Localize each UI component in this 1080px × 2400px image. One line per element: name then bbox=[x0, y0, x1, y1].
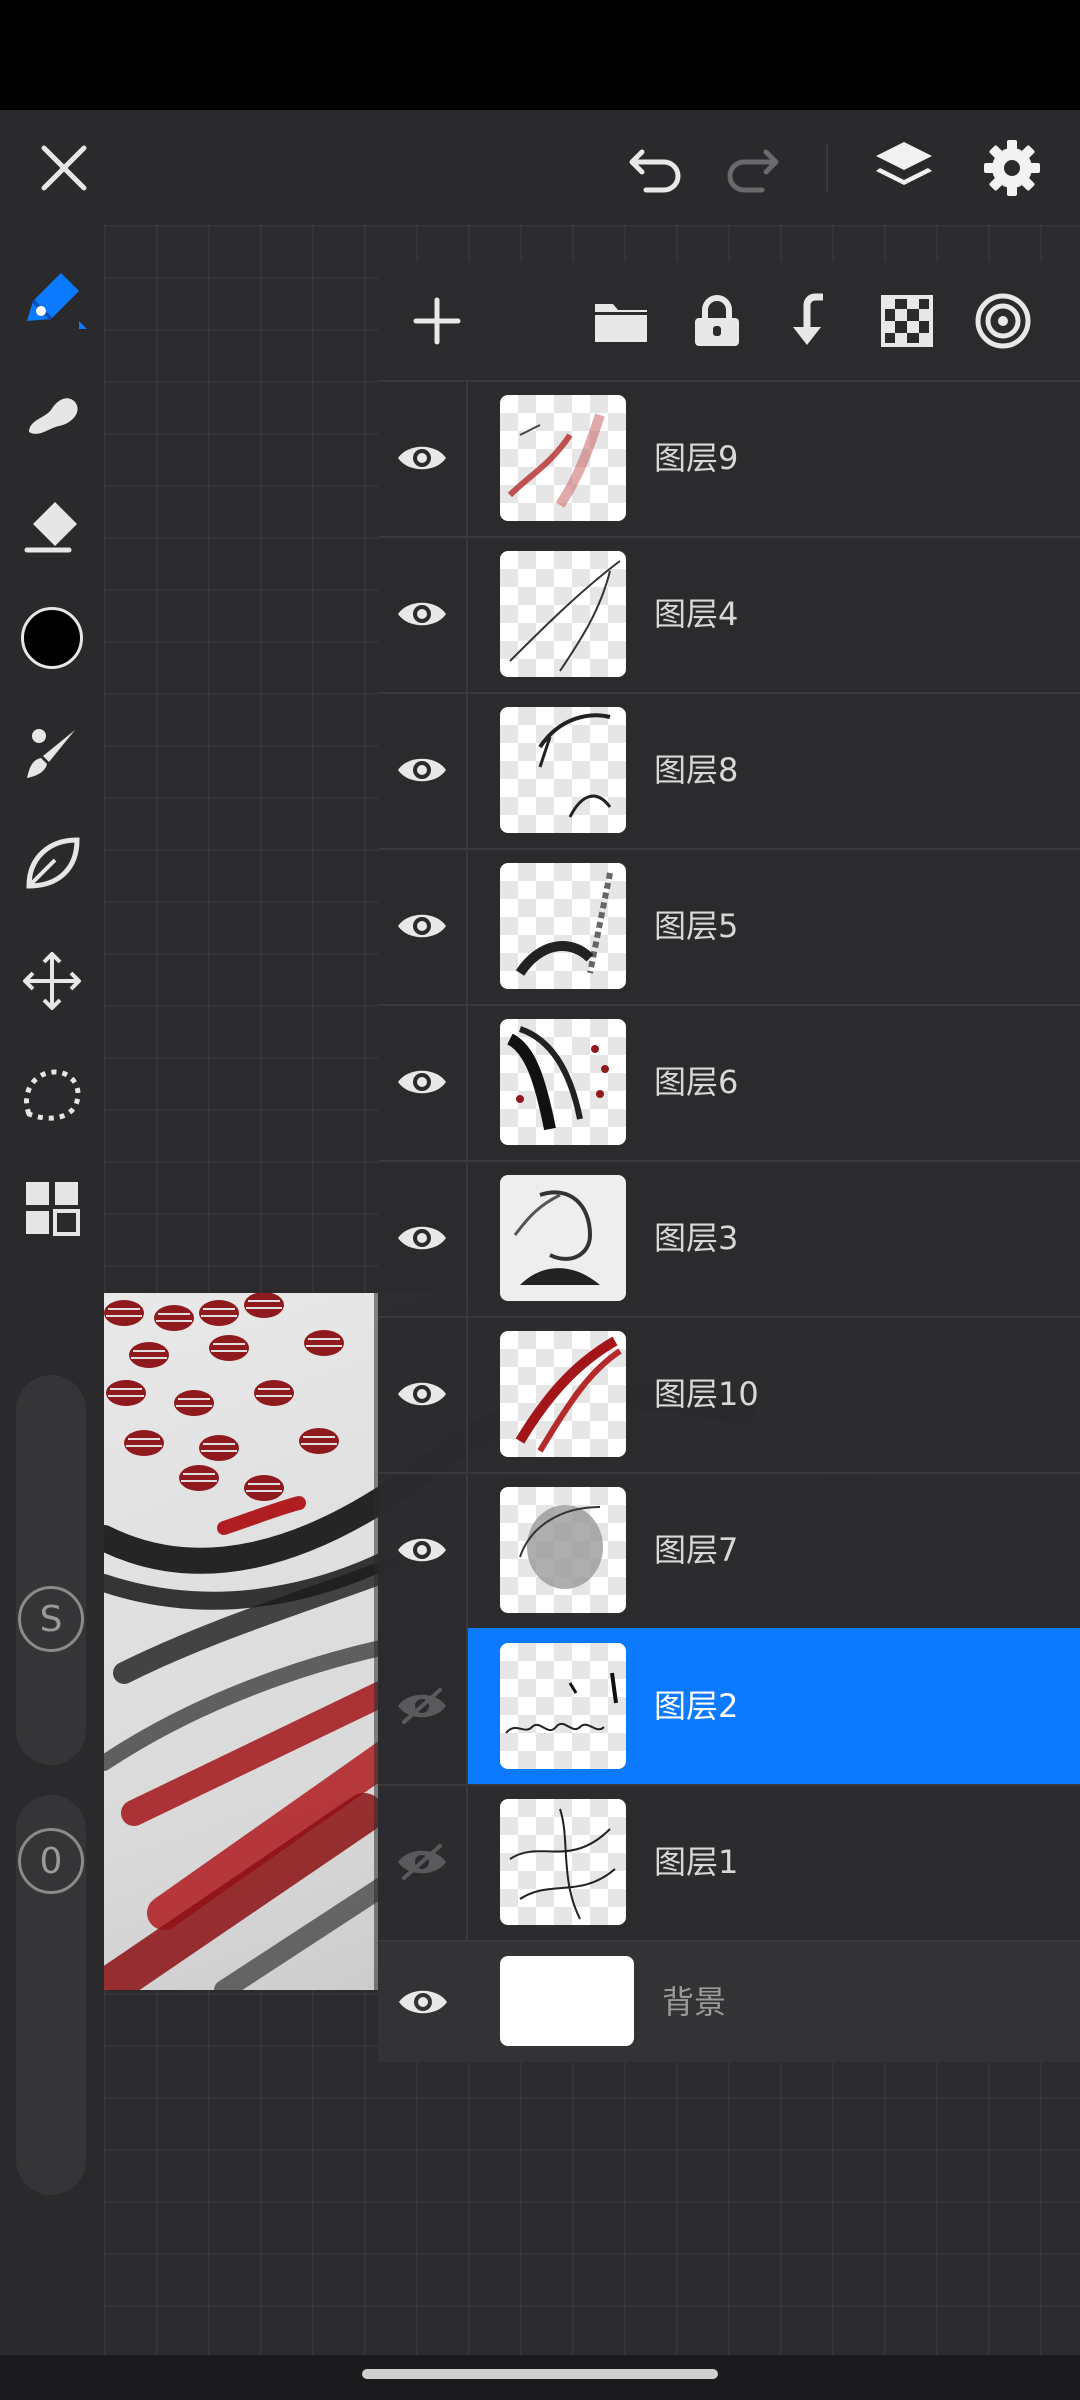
layer-name: 图层6 bbox=[654, 1063, 739, 1101]
visibility-eye-icon[interactable] bbox=[378, 380, 468, 536]
layer-row-selected[interactable]: 图层2 bbox=[378, 1628, 1080, 1786]
layer-row[interactable]: 图层9 bbox=[378, 380, 1080, 538]
pen-tool-icon[interactable] bbox=[14, 260, 90, 336]
brush-size-label: S bbox=[39, 1598, 63, 1640]
layer-row[interactable]: 图层1 bbox=[378, 1784, 1080, 1942]
tool-sidebar: S 0 bbox=[0, 225, 104, 2355]
opacity-knob[interactable]: 0 bbox=[18, 1828, 84, 1894]
layer-thumbnail bbox=[500, 707, 626, 833]
top-bar bbox=[0, 110, 1080, 225]
merge-down-icon[interactable] bbox=[774, 284, 848, 358]
layer-thumbnail bbox=[500, 395, 626, 521]
target-icon[interactable] bbox=[966, 284, 1040, 358]
visibility-eye-icon[interactable] bbox=[378, 692, 468, 848]
folder-icon[interactable] bbox=[584, 284, 658, 358]
layer-thumbnail bbox=[500, 1487, 626, 1613]
transform-icon[interactable] bbox=[14, 943, 90, 1019]
layer-thumbnail bbox=[500, 1019, 626, 1145]
layer-name: 图层5 bbox=[654, 907, 739, 945]
layer-row[interactable]: 图层5 bbox=[378, 848, 1080, 1006]
background-color-thumbnail bbox=[500, 1956, 634, 2046]
layer-row[interactable]: 图层7 bbox=[378, 1472, 1080, 1630]
lock-icon[interactable] bbox=[680, 284, 754, 358]
visibility-eye-icon[interactable] bbox=[378, 1004, 468, 1160]
layer-thumbnail bbox=[500, 551, 626, 677]
visibility-eye-icon[interactable] bbox=[378, 1316, 468, 1472]
smudge-icon[interactable] bbox=[14, 375, 90, 451]
add-layer-icon[interactable] bbox=[400, 284, 474, 358]
layer-name: 图层10 bbox=[654, 1375, 759, 1413]
lasso-icon[interactable] bbox=[14, 1057, 90, 1133]
layers-icon[interactable] bbox=[866, 130, 942, 206]
visibility-eye-icon[interactable] bbox=[378, 1160, 468, 1316]
close-icon[interactable] bbox=[26, 130, 102, 206]
layer-thumbnail bbox=[500, 1331, 626, 1457]
layer-row[interactable]: 图层4 bbox=[378, 536, 1080, 694]
status-bar bbox=[0, 0, 1080, 110]
settings-icon[interactable] bbox=[974, 130, 1050, 206]
layer-name: 背景 bbox=[662, 1983, 727, 2021]
brush-size-slider[interactable] bbox=[16, 1375, 86, 1765]
liquify-icon[interactable] bbox=[14, 825, 90, 901]
layer-row[interactable]: 图层6 bbox=[378, 1004, 1080, 1162]
layer-name: 图层7 bbox=[654, 1531, 739, 1569]
visibility-eye-icon[interactable] bbox=[378, 536, 468, 692]
brush-size-knob[interactable]: S bbox=[18, 1586, 84, 1652]
grid-menu-icon[interactable] bbox=[14, 1170, 90, 1246]
visibility-eye-icon[interactable] bbox=[378, 1942, 468, 2062]
toolbar-divider bbox=[826, 144, 828, 192]
layer-name: 图层2 bbox=[654, 1687, 739, 1725]
layer-name: 图层1 bbox=[654, 1843, 739, 1881]
undo-icon[interactable] bbox=[618, 130, 694, 206]
background-layer-row[interactable]: 背景 bbox=[378, 1942, 1080, 2062]
layers-toolbar bbox=[378, 262, 1080, 382]
layer-row[interactable]: 图层10 bbox=[378, 1316, 1080, 1474]
visibility-eye-icon[interactable] bbox=[378, 848, 468, 1004]
layers-panel: 图层9 图层4 图层8 图层5 图层6 图层3 图层10 图层7 图层2 图层1… bbox=[378, 262, 1080, 2062]
layer-thumbnail bbox=[500, 1175, 626, 1301]
eraser-icon[interactable] bbox=[14, 487, 90, 563]
layer-name: 图层8 bbox=[654, 751, 739, 789]
redo-icon[interactable] bbox=[714, 130, 790, 206]
layer-thumbnail bbox=[500, 1643, 626, 1769]
brush-icon[interactable] bbox=[14, 715, 90, 791]
layer-name: 图层4 bbox=[654, 595, 739, 633]
visibility-hidden-eye-icon[interactable] bbox=[378, 1784, 468, 1940]
layer-row[interactable]: 图层3 bbox=[378, 1160, 1080, 1318]
transparency-lock-icon[interactable] bbox=[870, 284, 944, 358]
layer-thumbnail bbox=[500, 1799, 626, 1925]
layer-name: 图层3 bbox=[654, 1219, 739, 1257]
layer-row[interactable]: 图层8 bbox=[378, 692, 1080, 850]
color-swatch[interactable] bbox=[14, 600, 90, 676]
visibility-hidden-eye-icon[interactable] bbox=[378, 1628, 468, 1784]
home-indicator[interactable] bbox=[362, 2369, 718, 2379]
layer-thumbnail bbox=[500, 863, 626, 989]
visibility-eye-icon[interactable] bbox=[378, 1472, 468, 1628]
opacity-label: 0 bbox=[39, 1840, 63, 1882]
layer-name: 图层9 bbox=[654, 439, 739, 477]
